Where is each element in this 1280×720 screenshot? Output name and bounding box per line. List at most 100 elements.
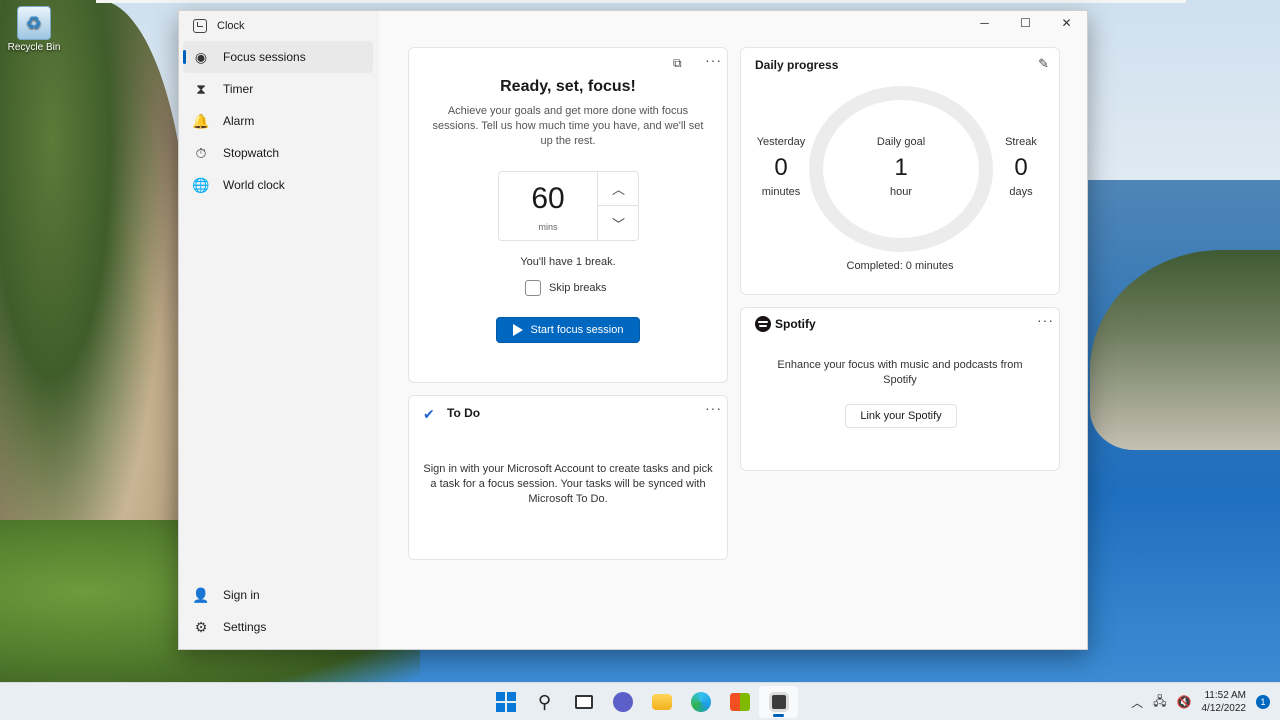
maximize-button[interactable]: ☐ — [1005, 11, 1046, 35]
todo-check-icon: ✔ — [423, 406, 435, 422]
play-icon — [512, 324, 523, 336]
system-tray: ︿ 🖧 🔇 11:52 AM 4/12/2022 1 — [1131, 686, 1270, 718]
clock-taskbar-button[interactable] — [759, 686, 798, 718]
taskbar-time: 11:52 AM — [1204, 690, 1246, 701]
gear-icon: ⚙ — [194, 618, 208, 635]
skip-breaks-row[interactable]: Skip breaks — [525, 280, 606, 296]
sidebar-item-world-clock[interactable]: 🌐 World clock — [183, 169, 373, 201]
spotify-more-options-button[interactable]: ··· — [1037, 312, 1054, 328]
focus-heading: Ready, set, focus! — [500, 78, 636, 95]
task-view-button[interactable] — [564, 686, 603, 718]
recycle-bin-icon: ♻ — [17, 6, 51, 40]
minimize-button[interactable]: ─ — [964, 11, 1005, 35]
recycle-bin-shortcut[interactable]: ♻ Recycle Bin — [4, 6, 64, 53]
sidebar-item-stopwatch[interactable]: ⏱ Stopwatch — [183, 137, 373, 169]
chevron-up-icon[interactable]: ︿ — [1131, 694, 1143, 711]
taskbar-clock[interactable]: 11:52 AM 4/12/2022 — [1202, 689, 1247, 715]
taskbar-search-button[interactable]: ⚲ — [525, 686, 564, 718]
network-icon[interactable]: 🖧 — [1153, 692, 1166, 713]
yesterday-label: Yesterday — [756, 136, 806, 148]
streak-value: 0 — [1014, 154, 1028, 181]
link-spotify-button[interactable]: Link your Spotify — [845, 404, 957, 428]
spotify-icon — [755, 316, 771, 332]
edge-icon — [690, 692, 711, 712]
spotify-message: Enhance your focus with music and podcas… — [777, 359, 1023, 386]
close-button[interactable]: ✕ — [1046, 11, 1087, 35]
daily-goal-stat: Daily goal 1 hour — [861, 136, 941, 198]
completed-text: Completed: 0 minutes — [846, 260, 954, 272]
microsoft-store-button[interactable] — [720, 686, 759, 718]
sidebar-item-timer[interactable]: ⧗ Timer — [183, 73, 373, 105]
daily-goal-unit: hour — [889, 186, 913, 198]
streak-label: Streak — [1005, 136, 1037, 148]
taskbar-apps: ⚲ — [486, 686, 798, 718]
windows-logo-icon — [495, 692, 516, 712]
sidebar-item-label: Stopwatch — [223, 146, 280, 160]
chevron-down-icon: ﹀ — [611, 216, 625, 232]
skip-breaks-checkbox[interactable] — [525, 280, 541, 296]
daily-goal-value: 1 — [894, 154, 908, 181]
start-focus-session-button[interactable]: Start focus session — [496, 317, 640, 343]
teams-chat-button[interactable] — [603, 686, 642, 718]
sidebar-item-label: Focus sessions — [223, 50, 306, 64]
chat-icon — [612, 692, 633, 712]
folder-icon — [651, 694, 672, 710]
sidebar-item-alarm[interactable]: 🔔 Alarm — [183, 105, 373, 137]
daily-progress-card: Daily progress ✎ Yesterday 0 minutes Dai… — [740, 47, 1060, 295]
app-title: Clock — [217, 20, 245, 32]
sidebar-item-sign-in[interactable]: 👤 Sign in — [183, 579, 373, 611]
todo-more-options-button[interactable]: ··· — [705, 400, 722, 416]
window-controls: ─ ☐ ✕ — [964, 11, 1087, 35]
store-icon — [729, 693, 750, 711]
recycle-bin-label: Recycle Bin — [7, 42, 61, 53]
sidebar-nav: ◉ Focus sessions ⧗ Timer 🔔 Alarm ⏱ Stopw… — [183, 41, 373, 201]
daily-progress-title: Daily progress — [755, 58, 839, 72]
spotify-logo: Spotify — [755, 316, 816, 332]
file-explorer-button[interactable] — [642, 686, 681, 718]
yesterday-stat: Yesterday 0 minutes — [749, 136, 813, 198]
globe-icon: 🌐 — [192, 176, 210, 193]
notification-badge[interactable]: 1 — [1256, 695, 1270, 709]
streak-stat: Streak 0 days — [991, 136, 1051, 198]
sidebar-item-label: World clock — [223, 178, 285, 192]
edge-browser-button[interactable] — [681, 686, 720, 718]
break-info-text: You'll have 1 break. — [520, 256, 616, 268]
clock-app-icon — [193, 19, 207, 33]
sidebar-item-focus-sessions[interactable]: ◉ Focus sessions — [183, 41, 373, 73]
clock-app-window: Clock ◉ Focus sessions ⧗ Timer 🔔 Alarm ⏱… — [178, 10, 1088, 650]
yesterday-unit: minutes — [761, 186, 801, 198]
start-button[interactable] — [486, 686, 525, 718]
sidebar-item-label: Settings — [223, 620, 267, 634]
todo-title: To Do — [447, 406, 481, 420]
taskbar-date: 4/12/2022 — [1201, 703, 1247, 714]
sidebar-bottom-nav: 👤 Sign in ⚙ Settings — [183, 579, 373, 643]
minutes-value[interactable]: 60 — [499, 182, 597, 216]
decrease-minutes-button[interactable]: ﹀ — [597, 206, 639, 240]
stopwatch-icon: ⏱ — [195, 144, 207, 161]
yesterday-value: 0 — [774, 154, 788, 181]
focus-more-options-button[interactable]: ··· — [705, 52, 722, 68]
minutes-stepper: 60 mins ︿ ﹀ — [498, 171, 639, 241]
person-icon: 👤 — [192, 586, 210, 603]
clock-icon — [768, 692, 789, 712]
alarm-icon: 🔔 — [192, 112, 210, 129]
focus-icon: ◉ — [194, 48, 208, 65]
todo-card: ✔ To Do ··· Sign in with your Microsoft … — [408, 395, 728, 560]
minutes-unit: mins — [538, 222, 558, 232]
focus-session-card: ⧉ ··· Ready, set, focus! Achieve your go… — [408, 47, 728, 383]
hourglass-icon: ⧗ — [196, 80, 206, 97]
spotify-card: Spotify ··· Enhance your focus with musi… — [740, 307, 1060, 471]
sidebar-item-settings[interactable]: ⚙ Settings — [183, 611, 373, 643]
title-bar: Clock — [193, 17, 245, 35]
edit-goal-icon[interactable]: ✎ — [1038, 56, 1049, 72]
increase-minutes-button[interactable]: ︿ — [597, 172, 639, 206]
sidebar-item-label: Timer — [223, 82, 254, 96]
search-icon: ⚲ — [537, 691, 552, 712]
chevron-up-icon: ︿ — [611, 182, 625, 197]
background-window-edge — [96, 0, 1186, 3]
sidebar: Clock ◉ Focus sessions ⧗ Timer 🔔 Alarm ⏱… — [179, 11, 379, 649]
compact-overlay-icon[interactable]: ⧉ — [673, 56, 682, 71]
streak-unit: days — [1009, 186, 1033, 198]
spotify-logo-text: Spotify — [775, 317, 816, 331]
volume-muted-icon[interactable]: 🔇 — [1177, 695, 1192, 709]
